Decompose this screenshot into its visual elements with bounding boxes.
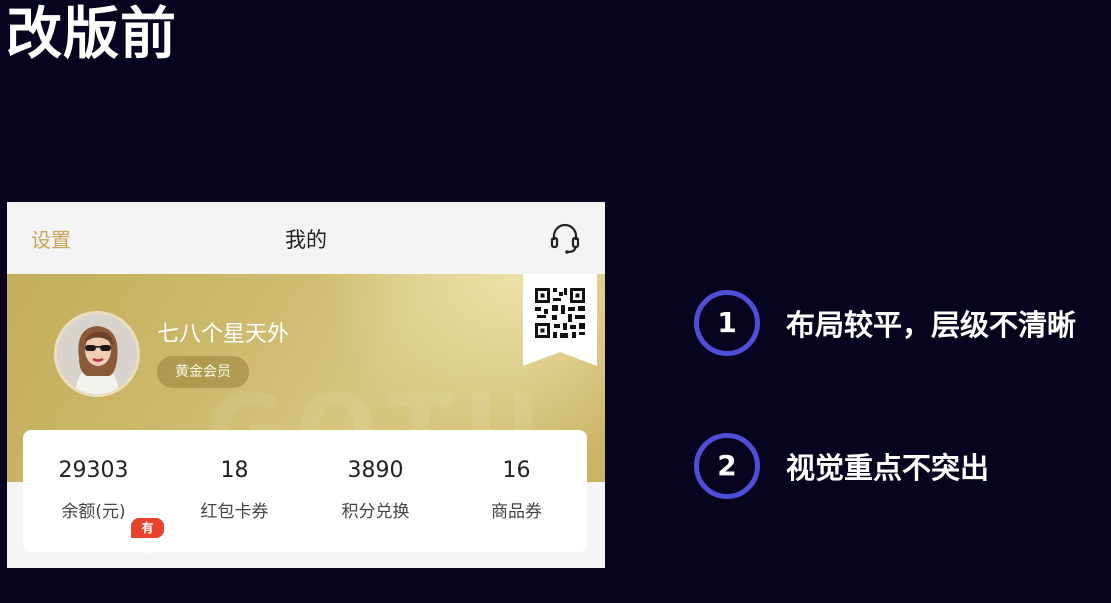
- gift-badge: 有礼: [131, 518, 164, 555]
- note-text: 布局较平，层级不清晰: [786, 308, 1077, 342]
- stat-points[interactable]: 3890 积分兑换: [305, 458, 446, 522]
- note-text: 视觉重点不突出: [786, 451, 990, 485]
- stat-value: 29303: [58, 458, 129, 483]
- avatar[interactable]: [54, 311, 140, 397]
- stat-label: 积分兑换: [341, 502, 410, 522]
- username: 七八个星天外: [157, 322, 290, 347]
- note-number: 2: [694, 433, 760, 499]
- stat-coupons[interactable]: 18 红包卡券: [164, 458, 305, 522]
- stat-value: 3890: [347, 458, 404, 483]
- stat-balance[interactable]: 29303 余额(元) 有礼: [23, 458, 164, 555]
- page-title: 我的: [285, 228, 327, 252]
- slide: 改版前 设置 我的 GOTU 七八个星天外 黄金会员 29303 余额(元) 有…: [0, 0, 1111, 603]
- headset-icon[interactable]: [547, 220, 583, 256]
- stat-value: 18: [220, 458, 249, 483]
- stats-card: 29303 余额(元) 有礼 18 红包卡券 3890 积分兑换 16 商品券: [23, 430, 587, 555]
- note-number: 1: [694, 290, 760, 356]
- stat-product-vouchers[interactable]: 16 商品券: [446, 458, 587, 522]
- stat-label: 商品券: [491, 502, 542, 522]
- member-level-badge[interactable]: 黄金会员: [157, 356, 249, 388]
- stat-value: 16: [502, 458, 531, 483]
- qr-code-icon[interactable]: [523, 274, 597, 366]
- slide-title: 改版前: [6, 2, 177, 67]
- phone-screenshot: 设置 我的 GOTU 七八个星天外 黄金会员 29303 余额(元) 有礼 18…: [7, 202, 605, 568]
- top-nav-bar: 设置 我的: [7, 202, 605, 274]
- stat-label: 红包卡券: [200, 502, 269, 522]
